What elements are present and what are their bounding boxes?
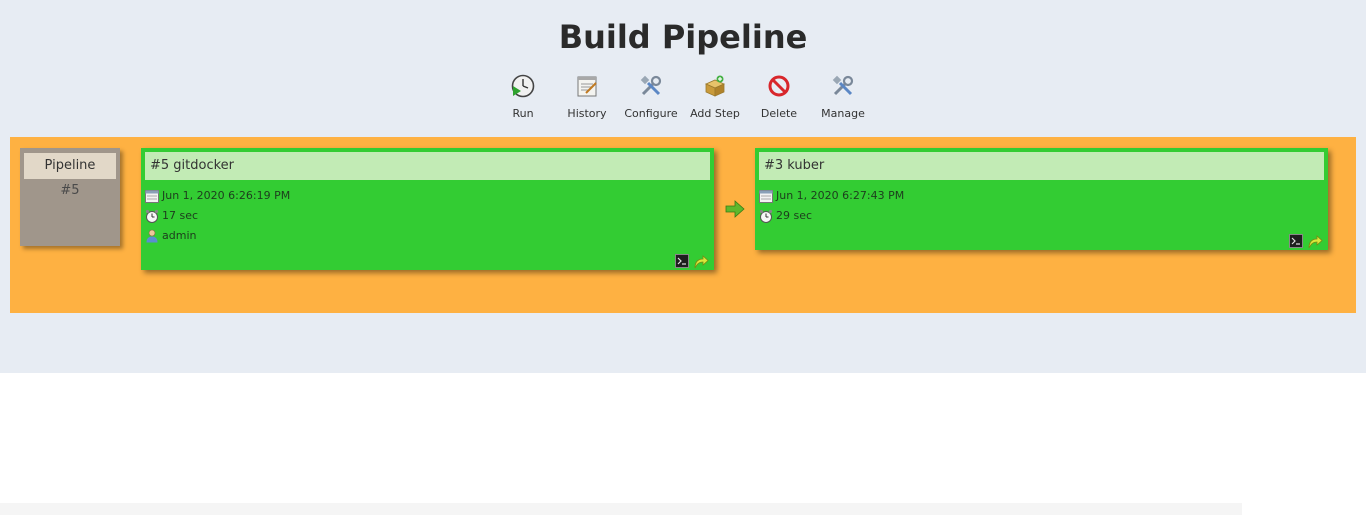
calendar-icon [759, 190, 773, 203]
manage-label: Manage [821, 107, 865, 120]
user-icon [146, 229, 158, 243]
build-actions [675, 254, 711, 270]
configure-label: Configure [624, 107, 678, 120]
alarm-clock-icon [145, 209, 159, 223]
configure-button[interactable]: Configure [619, 72, 683, 124]
pipeline-number: #5 [60, 183, 80, 198]
build-actions [1289, 234, 1325, 250]
box-icon [705, 75, 725, 97]
tools-icon [640, 75, 662, 96]
build-title[interactable]: #5 gitdocker [145, 152, 710, 180]
tools-icon [832, 75, 854, 96]
page-title: Build Pipeline [558, 18, 808, 56]
build-card-kuber: #3 kuber Jun 1, 2020 6:27:43 PM 29 sec [755, 148, 1328, 250]
add-step-label: Add Step [690, 107, 740, 120]
manage-button[interactable]: Manage [811, 72, 875, 124]
clock-play-icon [511, 74, 535, 98]
build-title[interactable]: #3 kuber [759, 152, 1324, 180]
alarm-clock-icon [759, 209, 773, 223]
footer-strip [0, 503, 1242, 515]
flow-arrow-icon [725, 200, 745, 218]
delete-label: Delete [760, 107, 798, 120]
console-icon[interactable] [675, 254, 689, 268]
pipeline-box[interactable]: Pipeline #5 [20, 148, 120, 246]
history-label: History [567, 107, 607, 120]
run-button[interactable]: Run [491, 72, 555, 124]
notepad-icon [577, 76, 597, 97]
calendar-icon [145, 190, 159, 203]
delete-button[interactable]: Delete [747, 72, 811, 124]
rerun-arrow-icon[interactable] [693, 254, 709, 270]
pipeline-label: Pipeline [24, 153, 116, 179]
build-card-gitdocker: #5 gitdocker Jun 1, 2020 6:26:19 PM 17 s… [141, 148, 714, 270]
add-step-button[interactable]: Add Step [683, 72, 747, 124]
rerun-arrow-icon[interactable] [1307, 234, 1323, 250]
history-button[interactable]: History [555, 72, 619, 124]
no-entry-icon [768, 75, 790, 97]
console-icon[interactable] [1289, 234, 1303, 248]
run-label: Run [512, 107, 534, 120]
